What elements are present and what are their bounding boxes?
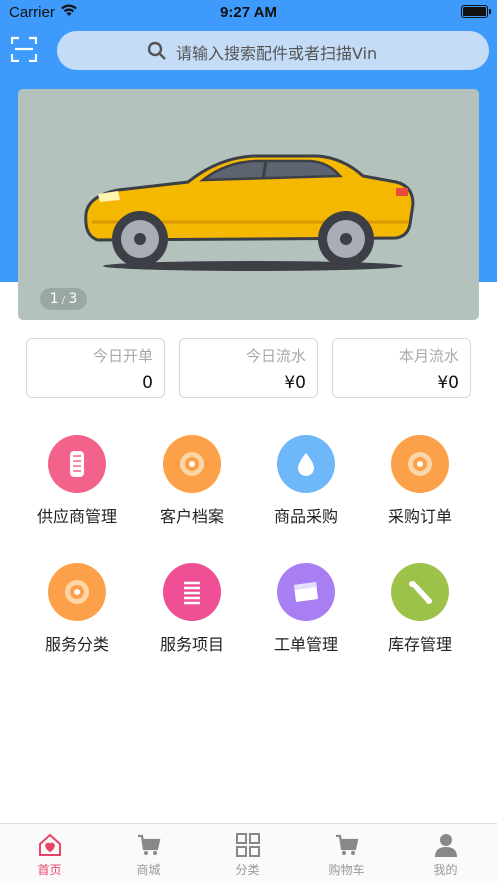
menu-label: 商品采购 [273,507,338,526]
menu-goods-purchase[interactable]: 商品采购 [251,435,361,535]
menu-label: 工单管理 [273,635,338,654]
inventory-icon [391,563,449,621]
tab-label: 我的 [433,863,458,877]
tab-label: 购物车 [328,863,365,877]
menu-service-items[interactable]: 服务项目 [137,563,247,663]
app-screen: Carrier 9:27 AM 请输入搜索配件或者扫描Vin 1 / 3 今日开… [0,0,497,883]
menu-work-order[interactable]: 工单管理 [251,563,361,663]
tab-category[interactable]: 分类 [198,824,297,883]
tab-label: 首页 [37,863,62,877]
menu-label: 服务项目 [159,635,224,654]
tab-shopping-cart[interactable]: 购物车 [297,824,396,883]
stat-value: 0 [142,373,153,393]
tab-label: 商城 [136,863,161,877]
battery-icon [461,5,491,18]
customer-file-icon [163,435,221,493]
search-placeholder: 请输入搜索配件或者扫描Vin [176,44,378,63]
menu-label: 服务分类 [44,635,109,654]
service-category-icon [48,563,106,621]
menu-label: 客户档案 [159,507,224,526]
grid-icon [235,832,261,858]
tab-label: 分类 [235,863,260,877]
menu-label: 供应商管理 [36,507,117,526]
tab-home[interactable]: 首页 [0,824,99,883]
search-icon [147,41,167,65]
work-order-icon [277,563,335,621]
pager-total: 3 [68,291,78,307]
tab-profile[interactable]: 我的 [396,824,495,883]
pager-separator: / [58,295,69,306]
carousel-pager: 1 / 3 [40,288,87,310]
banner-carousel[interactable]: 1 / 3 [18,89,479,320]
water-drop-icon [277,435,335,493]
stat-label: 今日流水 [245,347,306,365]
tab-mall[interactable]: 商城 [99,824,198,883]
menu-label: 库存管理 [387,635,452,654]
menu-label: 采购订单 [387,507,452,526]
user-icon [433,832,459,858]
scan-icon[interactable] [10,36,38,63]
stat-today-revenue: 今日流水 ¥0 [179,338,318,398]
bottom-tab-bar: 首页 商城 分类 购物车 我的 [0,823,497,883]
status-bar: Carrier 9:27 AM [0,0,497,26]
menu-supplier-management[interactable]: 供应商管理 [22,435,132,535]
stat-value: ¥0 [284,373,306,393]
supplier-icon [48,435,106,493]
menu-customer-file[interactable]: 客户档案 [137,435,247,535]
car-illustration [84,154,415,271]
menu-service-category[interactable]: 服务分类 [22,563,132,663]
pager-current: 1 [49,291,59,307]
spring-icon [163,563,221,621]
home-icon [37,832,63,858]
clock: 9:27 AM [220,4,277,21]
purchase-order-icon [391,435,449,493]
search-bar[interactable]: 请输入搜索配件或者扫描Vin [57,31,489,70]
menu-purchase-order[interactable]: 采购订单 [365,435,475,535]
stat-label: 今日开单 [92,347,153,365]
stat-label: 本月流水 [398,347,459,365]
stat-value: ¥0 [437,373,459,393]
stat-today-orders: 今日开单 0 [26,338,165,398]
stat-month-revenue: 本月流水 ¥0 [332,338,471,398]
cart-icon [136,832,162,858]
cart-icon [334,832,360,858]
menu-inventory[interactable]: 库存管理 [365,563,475,663]
